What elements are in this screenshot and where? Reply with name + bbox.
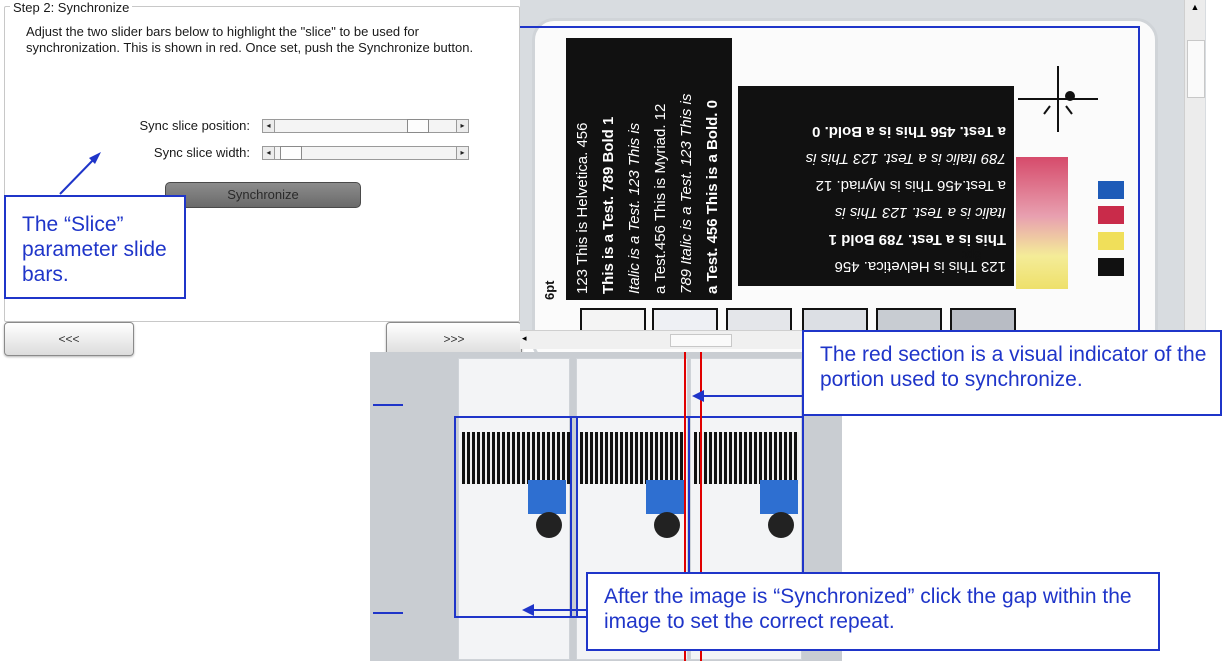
preview-scrollbar[interactable]: ▲ (1184, 0, 1205, 330)
crosshair-icon (1018, 66, 1098, 132)
slider-right-arrow-icon[interactable]: ▸ (456, 146, 469, 160)
red-section-callout: The red section is a visual indicator of… (802, 330, 1222, 416)
slider-right-arrow-icon[interactable]: ▸ (456, 119, 469, 133)
size-label: 6pt (542, 280, 557, 301)
step-description: Adjust the two slider bars below to high… (26, 24, 474, 55)
scroll-up-icon[interactable]: ▲ (1188, 2, 1202, 16)
scroll-thumb[interactable] (1187, 40, 1205, 98)
sync-slice-width-slider[interactable]: ◂ ▸ (262, 146, 469, 160)
preview-text-line: This is a Test. 789 Bold 1 (600, 116, 617, 294)
vertical-text-block: 123 This is Helvetica. 456 This is a Tes… (566, 38, 732, 300)
preview-text-line: 123 This is Helvetica. 456 (574, 122, 591, 294)
scroll-left-icon[interactable]: ◂ (522, 333, 527, 344)
preview-text-line: Italic is a Test. 123 This is (626, 122, 643, 294)
slice-line-top (520, 26, 1140, 28)
cyan-swatch (1098, 181, 1124, 199)
preview-text-line: Italic is a Test. 123 This is (834, 204, 1006, 221)
size-label: 6pt (962, 248, 982, 263)
slider-thumb[interactable] (280, 146, 302, 160)
callout-arrow-icon (692, 390, 804, 402)
yellow-swatch (1098, 232, 1124, 250)
prev-button[interactable]: <<< (4, 322, 134, 356)
magenta-swatch (1098, 206, 1124, 224)
preview-text-line: a Test. 456 This is a Bold. 0 (812, 123, 1006, 140)
sync-slice-position-label: Sync slice position: (139, 118, 250, 133)
slider-left-arrow-icon[interactable]: ◂ (262, 146, 275, 160)
synchronize-button[interactable]: Synchronize (165, 182, 361, 208)
slice-marker (373, 404, 403, 406)
slider-left-arrow-icon[interactable]: ◂ (262, 119, 275, 133)
next-button[interactable]: >>> (386, 322, 522, 356)
callout-arrow-icon (522, 604, 588, 616)
slice-marker (373, 612, 403, 614)
slice-line-right (1138, 26, 1140, 330)
slider-thumb[interactable] (407, 119, 429, 133)
slice-callout: The “Slice” parameter slide bars. (4, 195, 186, 299)
preview-text-line: 789 Italic is a Test. 123 This is (678, 93, 695, 294)
repeat-highlight-box (454, 416, 578, 618)
color-gradient-bar (1016, 157, 1068, 289)
preview-text-line: a Test.456 This is Myriad. 12 (652, 103, 669, 294)
preview-text-line: 789 Italic is a Test. 123 This is (805, 150, 1006, 167)
preview-text-line: a Test.456 This is Myriad. 12 (815, 177, 1006, 194)
sync-slice-position-slider[interactable]: ◂ ▸ (262, 119, 469, 133)
step-title: Step 2: Synchronize (10, 0, 133, 15)
percent-swatch-row (580, 308, 1120, 334)
preview-text-line: a Test. 456 This is a Bold. 0 (704, 100, 721, 294)
black-swatch (1098, 258, 1124, 276)
synchronized-callout: After the image is “Synchronized” click … (586, 572, 1160, 651)
callout-arrow-icon (59, 152, 101, 195)
sync-slice-width-label: Sync slice width: (153, 145, 250, 160)
scroll-thumb[interactable] (670, 334, 732, 347)
